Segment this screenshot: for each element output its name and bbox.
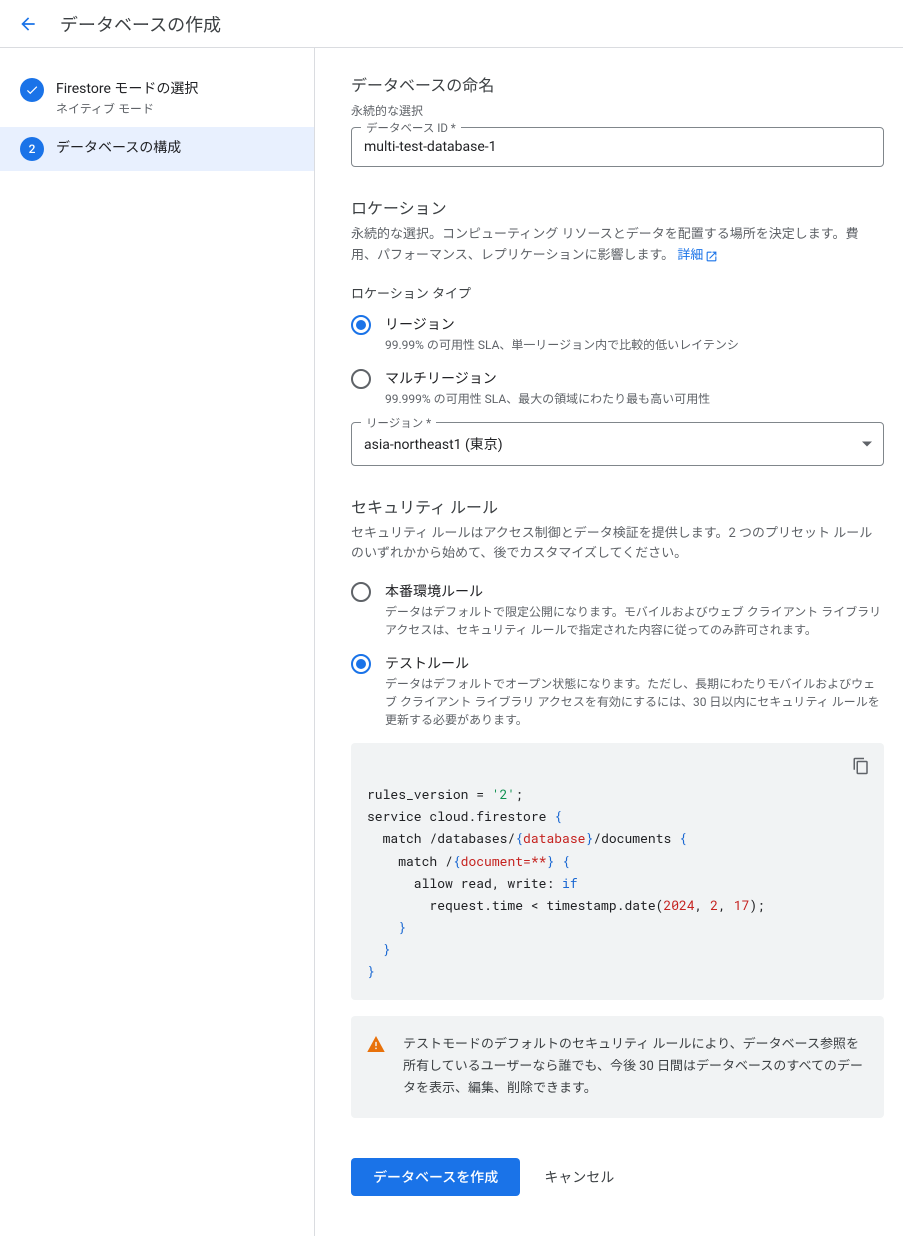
radio-label: 本番環境ルール [385, 581, 884, 601]
radio-label: マルチリージョン [385, 368, 710, 388]
step-database-config[interactable]: 2 データベースの構成 [0, 127, 314, 171]
radio-icon [351, 654, 371, 674]
radio-icon [351, 315, 371, 335]
radio-desc: 99.99% の可用性 SLA、単一リージョン内で比較的低いレイテンシ [385, 336, 739, 354]
radio-production-rules[interactable]: 本番環境ルール データはデフォルトで限定公開になります。モバイルおよびウェブ ク… [351, 581, 884, 639]
location-heading: ロケーション [351, 195, 884, 219]
radio-multi-region[interactable]: マルチリージョン 99.999% の可用性 SLA、最大の領域にわたり最も高い可… [351, 368, 884, 408]
step-title: Firestore モードの選択 [56, 78, 198, 98]
step-title: データベースの構成 [56, 137, 181, 157]
security-desc: セキュリティ ルールはアクセス制御とデータ検証を提供します。2 つのプリセット … [351, 524, 884, 566]
radio-icon [351, 369, 371, 389]
radio-desc: データはデフォルトで限定公開になります。モバイルおよびウェブ クライアント ライ… [385, 603, 884, 639]
step-subtitle: ネイティブ モード [56, 100, 198, 117]
location-desc: 永続的な選択。コンピューティング リソースとデータを配置する場所を決定します。費… [351, 225, 884, 267]
warning-box: テストモードのデフォルトのセキュリティ ルールにより、データベース参照を所有して… [351, 1016, 884, 1118]
copy-icon [852, 757, 870, 775]
arrow-left-icon [18, 14, 38, 34]
step-mode-select[interactable]: Firestore モードの選択 ネイティブ モード [0, 68, 314, 127]
naming-subtext: 永続的な選択 [351, 102, 884, 119]
radio-label: リージョン [385, 314, 739, 334]
warning-icon [367, 1036, 385, 1052]
back-button[interactable] [16, 12, 40, 36]
naming-heading: データベースの命名 [351, 72, 884, 96]
warning-text: テストモードのデフォルトのセキュリティ ルールにより、データベース参照を所有して… [403, 1034, 868, 1100]
location-details-link[interactable]: 詳細 [677, 246, 718, 267]
create-database-button[interactable]: データベースを作成 [351, 1158, 520, 1196]
check-icon [20, 78, 44, 102]
region-select-label: リージョン * [361, 415, 436, 431]
radio-desc: 99.999% の可用性 SLA、最大の領域にわたり最も高い可用性 [385, 390, 710, 408]
step-number-icon: 2 [20, 137, 44, 161]
stepper-sidebar: Firestore モードの選択 ネイティブ モード 2 データベースの構成 [0, 48, 314, 1236]
radio-region[interactable]: リージョン 99.99% の可用性 SLA、単一リージョン内で比較的低いレイテン… [351, 314, 884, 354]
radio-icon [351, 582, 371, 602]
external-link-icon [705, 250, 718, 263]
radio-desc: データはデフォルトでオープン状態になります。ただし、長期にわたりモバイルおよびウ… [385, 675, 884, 729]
copy-button[interactable] [848, 753, 874, 785]
security-heading: セキュリティ ルール [351, 494, 884, 518]
radio-label: テストルール [385, 653, 884, 673]
rules-code-block: rules_version = '2'; service cloud.fires… [351, 743, 884, 1000]
cancel-button[interactable]: キャンセル [544, 1167, 614, 1187]
location-type-label: ロケーション タイプ [351, 283, 884, 302]
radio-test-rules[interactable]: テストルール データはデフォルトでオープン状態になります。ただし、長期にわたりモ… [351, 653, 884, 729]
database-id-label: データベース ID * [361, 120, 461, 136]
page-title: データベースの作成 [60, 11, 221, 37]
